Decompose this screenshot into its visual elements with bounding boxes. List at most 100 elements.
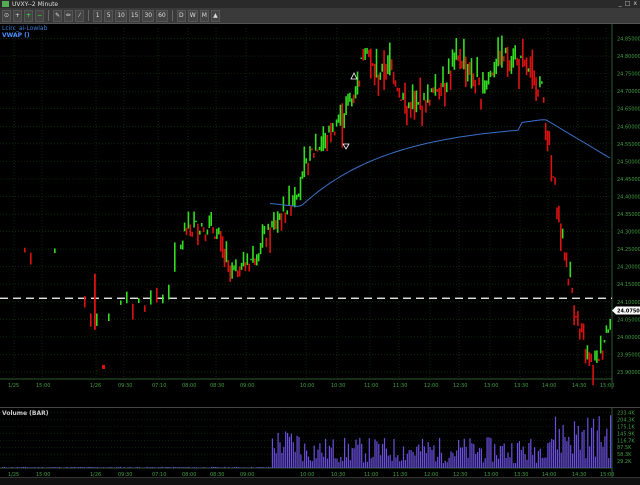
volume-bar xyxy=(570,445,572,468)
price-bar xyxy=(267,223,269,231)
price-bar xyxy=(84,296,86,308)
cursor-icon[interactable]: ⊙ xyxy=(2,9,12,22)
alert-icon[interactable]: ▲ xyxy=(210,9,220,22)
price-bar xyxy=(522,38,524,68)
pencil-icon[interactable]: ✏ xyxy=(64,9,74,22)
interval-30-icon[interactable]: 30 xyxy=(142,9,155,22)
price-tick-label: 24.50000 xyxy=(617,159,640,165)
volume-bar xyxy=(556,449,558,468)
price-bar xyxy=(455,38,458,60)
price-bar xyxy=(351,98,353,107)
maximize-icon[interactable]: □ xyxy=(625,0,631,7)
price-bar xyxy=(208,215,211,228)
price-chart[interactable]: 24.85000 24.80000 24.75000 24.70000 24.65000… xyxy=(0,24,640,408)
volume-bar xyxy=(547,443,549,468)
draw-icon[interactable]: ✎ xyxy=(53,9,63,22)
volume-bar xyxy=(283,446,285,468)
volume-bar xyxy=(530,438,532,468)
price-bar xyxy=(415,90,418,113)
volume-bar xyxy=(87,466,89,468)
volume-bar xyxy=(442,463,444,468)
price-tick-label: 24.35000 xyxy=(617,212,640,218)
volume-bar xyxy=(572,453,574,468)
price-bar xyxy=(360,57,363,60)
price-bar xyxy=(546,130,549,152)
volume-bar xyxy=(499,445,501,468)
volume-bar xyxy=(3,466,6,468)
volume-bar xyxy=(250,466,253,468)
price-bar xyxy=(347,93,349,106)
price-bar xyxy=(233,265,235,271)
price-bar xyxy=(90,313,92,327)
price-bar xyxy=(259,242,262,255)
crosshair-icon[interactable]: + xyxy=(13,9,23,22)
price-bar xyxy=(396,87,399,92)
volume-bar xyxy=(342,460,344,468)
time-tick-label: 1/25 xyxy=(8,383,19,389)
volume-bar xyxy=(98,467,101,468)
price-tick-label: 24.30000 xyxy=(617,230,640,236)
price-bar xyxy=(389,42,391,76)
volume-bar xyxy=(573,421,576,468)
volume-bar xyxy=(473,444,475,468)
volume-bar xyxy=(596,430,598,468)
price-bar xyxy=(537,89,539,97)
volume-bar xyxy=(606,428,608,468)
volume-bar xyxy=(81,467,83,468)
zoom-in-icon[interactable]: + xyxy=(24,9,34,22)
volume-bar xyxy=(178,467,180,468)
daily-icon[interactable]: D xyxy=(176,9,186,22)
price-bar xyxy=(322,126,325,151)
volume-bar xyxy=(554,416,557,468)
monthly-icon[interactable]: M xyxy=(199,9,209,22)
price-bar xyxy=(552,176,554,178)
volume-bar xyxy=(192,467,194,468)
volume-bar xyxy=(368,438,370,468)
zoom-out-icon[interactable]: − xyxy=(35,9,45,22)
volume-bar xyxy=(146,466,148,468)
interval-10-icon[interactable]: 10 xyxy=(115,9,127,22)
price-bar xyxy=(430,88,433,93)
interval-15-icon[interactable]: 15 xyxy=(128,9,141,22)
volume-bar xyxy=(30,467,32,468)
volume-bar xyxy=(374,439,376,468)
volume-bar xyxy=(106,467,108,468)
price-bar xyxy=(311,148,313,151)
price-bar xyxy=(364,48,366,60)
volume-bar xyxy=(385,448,387,468)
interval-60-icon[interactable]: 60 xyxy=(156,9,168,22)
volume-bar xyxy=(188,466,190,468)
volume-bar xyxy=(543,457,545,468)
price-pane[interactable]: 24.85000 24.80000 24.75000 24.70000 24.65000… xyxy=(0,24,640,408)
price-bar xyxy=(316,149,319,152)
volume-bar xyxy=(306,450,308,468)
price-bar xyxy=(280,213,283,231)
volume-bar xyxy=(404,460,406,468)
volume-bar xyxy=(51,467,53,468)
price-bar xyxy=(210,212,212,226)
volume-legend[interactable]: Volume (BAR) xyxy=(2,410,49,417)
price-bar xyxy=(332,123,334,133)
price-bar xyxy=(275,220,277,230)
volume-bar xyxy=(325,438,327,468)
volume-bar xyxy=(539,448,541,468)
price-bar xyxy=(335,119,338,127)
volume-bar xyxy=(212,466,215,468)
close-icon[interactable]: x xyxy=(633,0,637,7)
study-legend[interactable]: Lcirc_ai-Lowlab xyxy=(2,25,47,32)
weekly-icon[interactable]: W xyxy=(187,9,198,22)
time-tick-label: 13:30 xyxy=(514,383,528,389)
bar-interval-icon[interactable]: 1 xyxy=(93,9,103,22)
price-bar xyxy=(542,97,545,103)
volume-bar xyxy=(549,442,551,468)
volume-bar xyxy=(266,467,268,468)
volume-bar xyxy=(197,467,199,468)
volume-bar xyxy=(218,467,220,468)
vwap-legend[interactable]: VWAP () xyxy=(2,32,30,39)
app-icon xyxy=(2,1,9,7)
volume-chart[interactable]: 233.4K204.3K175.1K145.9K116.7K87.5K58.3K… xyxy=(0,408,640,478)
line-tool-icon[interactable]: ⁄ xyxy=(75,9,85,22)
interval-5-icon[interactable]: 5 xyxy=(104,9,114,22)
minimize-icon[interactable]: _ xyxy=(619,0,622,7)
volume-pane[interactable]: 233.4K 204.3K 175.1K 145.9K 116.7K 87.5K 58.3K… xyxy=(0,407,640,478)
